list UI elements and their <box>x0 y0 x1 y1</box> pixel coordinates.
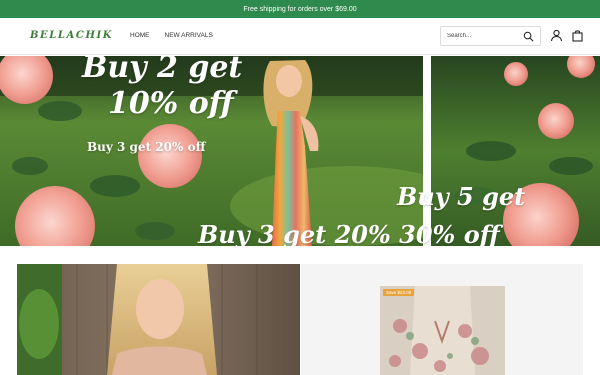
search-box[interactable] <box>440 26 541 46</box>
promo-text: Free shipping for orders over $69.00 <box>243 5 357 13</box>
discount-badge: Save $23.00 <box>383 289 415 296</box>
hero-right-photo <box>431 56 600 246</box>
nav-item-home[interactable]: HOME <box>130 32 150 39</box>
hero-left-headline-2: 10% off <box>108 86 234 121</box>
search-icon[interactable] <box>523 31 534 42</box>
hero-banner[interactable]: Buy 2 get 10% off Buy 3 get 20% off Buy … <box>0 56 600 246</box>
hero-left-subline: Buy 3 get 20% off <box>87 140 206 154</box>
site-header: BELLACHIK HOME NEW ARRIVALS <box>0 18 600 55</box>
product-left-photo <box>17 264 300 375</box>
hero-left-panel[interactable]: Buy 2 get 10% off Buy 3 get 20% off <box>0 56 423 246</box>
user-icon[interactable] <box>550 29 563 42</box>
hero-divider <box>423 56 431 246</box>
featured-products: Save $23.00 <box>0 246 600 375</box>
product-right-photo <box>380 286 505 375</box>
product-card-left[interactable] <box>17 264 300 375</box>
product-right-image[interactable]: Save $23.00 <box>380 286 505 375</box>
hero-right-headline: Buy 5 get <box>397 182 526 211</box>
nav-item-new-arrivals[interactable]: NEW ARRIVALS <box>165 32 213 39</box>
brand-logo[interactable]: BELLACHIK <box>30 30 113 41</box>
main-nav: HOME NEW ARRIVALS <box>130 32 213 39</box>
hero-left-headline-1: Buy 2 get <box>82 56 243 85</box>
promo-bar: Free shipping for orders over $69.00 <box>0 0 600 18</box>
product-card-right[interactable]: Save $23.00 <box>301 264 583 375</box>
hero-bottom-banner: Buy 3 get 20% 30% off <box>198 220 500 246</box>
shopping-bag-icon[interactable] <box>571 29 584 42</box>
hero-right-panel[interactable] <box>431 56 600 246</box>
search-input[interactable] <box>447 33 517 39</box>
